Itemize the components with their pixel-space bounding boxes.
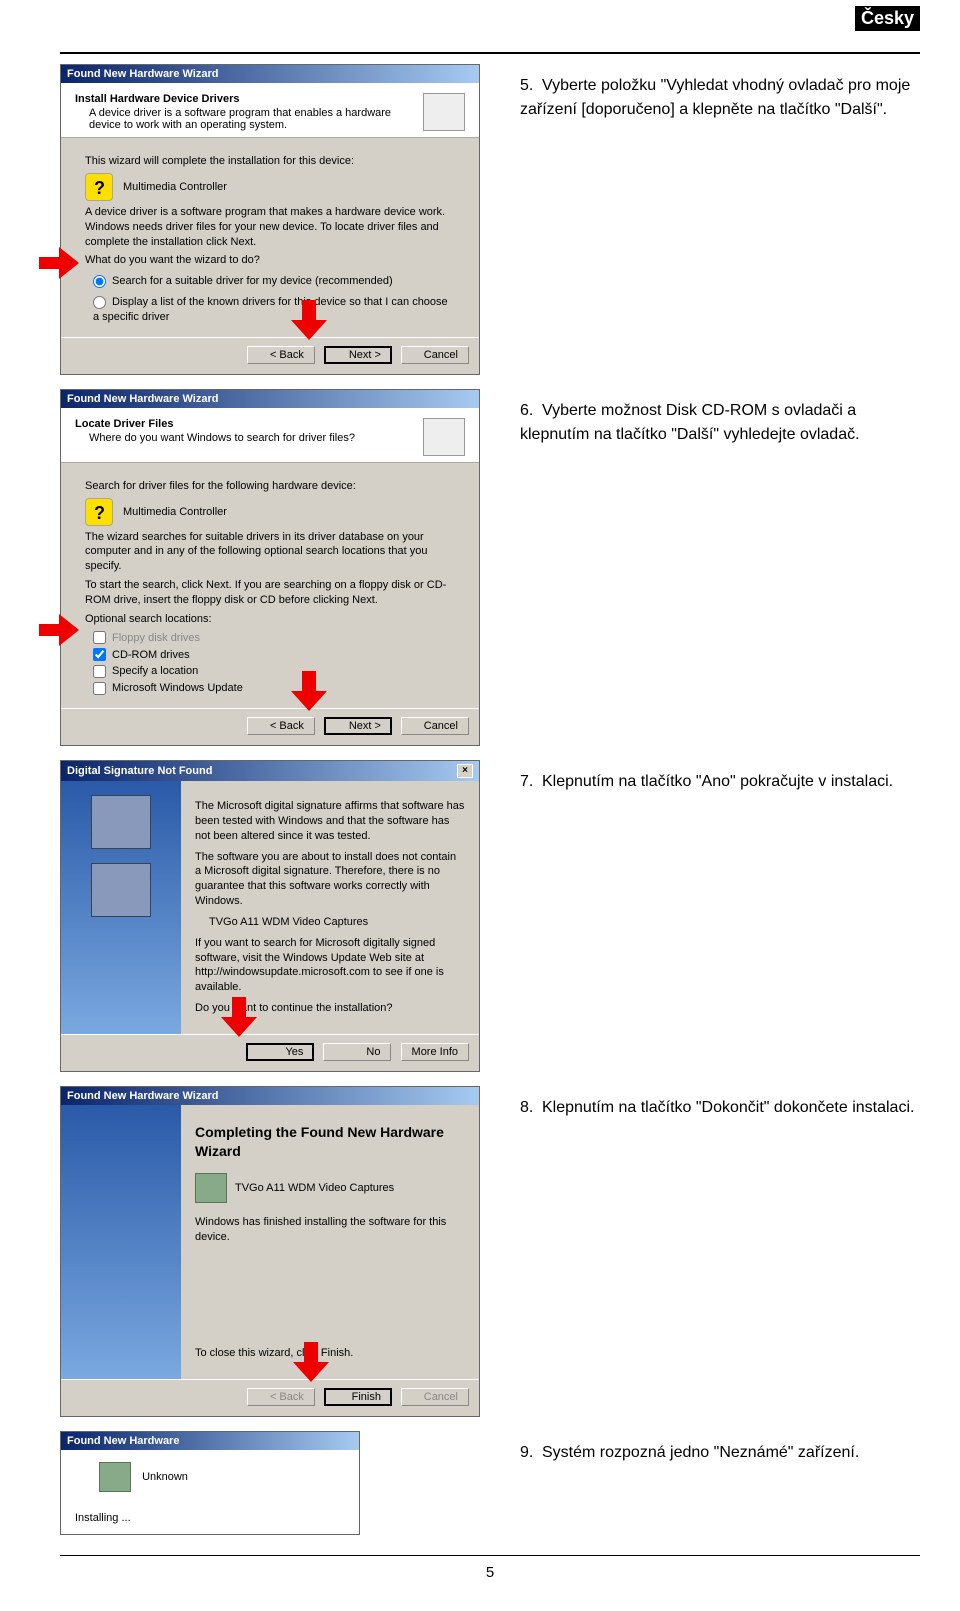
chk-floppy-label: Floppy disk drives [112, 632, 200, 644]
finish-button[interactable]: Finish [324, 1388, 392, 1406]
red-arrow-icon [39, 614, 81, 646]
check-winupdate[interactable]: Microsoft Windows Update [93, 681, 455, 696]
dlg3-p2: The software you are about to install do… [195, 850, 465, 909]
dialog-locate-driver-files: Found New Hardware Wizard Locate Driver … [60, 389, 480, 746]
back-button[interactable]: < Back [247, 717, 315, 735]
dlg2-title: Found New Hardware Wizard [67, 393, 218, 405]
dlg2-line2: The wizard searches for suitable drivers… [85, 530, 455, 575]
dlg1-heading: Install Hardware Device Drivers [75, 93, 415, 105]
yes-button[interactable]: Yes [246, 1043, 314, 1061]
dlg2-line3: To start the search, click Next. If you … [85, 578, 455, 608]
dlg4-heading: Completing the Found New Hardware Wizard [195, 1123, 465, 1161]
check-specify[interactable]: Specify a location [93, 664, 455, 679]
dialog-completing-wizard: Found New Hardware Wizard Completing the… [60, 1086, 480, 1417]
step-6-row: Found New Hardware Wizard Locate Driver … [60, 389, 920, 746]
cancel-button: Cancel [401, 1388, 469, 1406]
question-icon [85, 498, 113, 526]
next-button[interactable]: Next > [324, 346, 392, 364]
close-icon[interactable]: × [457, 764, 473, 778]
dlg2-line1: Search for driver files for the followin… [85, 479, 455, 494]
cancel-button[interactable]: Cancel [401, 717, 469, 735]
dialog-install-drivers: Found New Hardware Wizard Install Hardwa… [60, 64, 480, 375]
step-8-text: 8.Klepnutím na tlačítko "Dokončit" dokon… [520, 1086, 920, 1120]
chk-specify-label: Specify a location [112, 665, 198, 677]
radio-opt1-label: Search for a suitable driver for my devi… [112, 275, 393, 287]
dlg1-explain: A device driver is a software program th… [85, 205, 455, 250]
dlg4-line1: Windows has finished installing the soft… [195, 1215, 465, 1245]
dlg5-title: Found New Hardware [67, 1435, 179, 1447]
red-arrow-icon [293, 1342, 329, 1384]
dlg2-sub: Where do you want Windows to search for … [75, 430, 415, 444]
dlg4-device: TVGo A11 WDM Video Captures [235, 1182, 394, 1194]
dlg5-status: Installing ... [75, 1512, 345, 1524]
dlg2-device: Multimedia Controller [123, 506, 227, 518]
chk-winupdate-label: Microsoft Windows Update [112, 682, 243, 694]
back-button[interactable]: < Back [247, 346, 315, 364]
red-arrow-icon [291, 300, 327, 342]
dlg4-title: Found New Hardware Wizard [67, 1090, 218, 1102]
step-6-text: 6.Vyberte možnost Disk CD-ROM s ovladači… [520, 389, 920, 447]
step-9-text: 9.Systém rozpozná jedno "Neznámé" zaříze… [520, 1431, 920, 1465]
check-floppy[interactable]: Floppy disk drives [93, 631, 455, 646]
question-icon [85, 173, 113, 201]
step-5-text: 5.Vyberte položku "Vyhledat vhodný ovlad… [520, 64, 920, 122]
chk-cdrom-label: CD-ROM drives [112, 649, 190, 661]
more-info-button[interactable]: More Info [401, 1043, 469, 1061]
check-cdrom[interactable]: CD-ROM drives [93, 648, 455, 663]
top-rule [60, 52, 920, 54]
dlg1-prompt: What do you want the wizard to do? [85, 253, 455, 268]
red-arrow-icon [39, 247, 81, 279]
dlg1-device: Multimedia Controller [123, 181, 227, 193]
dlg5-device: Unknown [142, 1471, 188, 1483]
dlg2-optlabel: Optional search locations: [85, 612, 455, 627]
step-7-text: 7.Klepnutím na tlačítko "Ano" pokračujte… [520, 760, 920, 794]
back-button: < Back [247, 1388, 315, 1406]
device-header-icon [423, 418, 465, 456]
dlg3-p3: If you want to search for Microsoft digi… [195, 936, 465, 995]
page-number: 5 [60, 1555, 920, 1581]
dlg3-title: Digital Signature Not Found [67, 765, 212, 777]
device-header-icon [423, 93, 465, 131]
radio-opt2-label: Display a list of the known drivers for … [93, 296, 448, 323]
computer-icon [91, 863, 151, 917]
dlg1-intro: This wizard will complete the installati… [85, 154, 455, 169]
next-button[interactable]: Next > [324, 717, 392, 735]
step-7-row: Digital Signature Not Found × The Micros… [60, 760, 920, 1072]
step-9-row: Found New Hardware Unknown Installing ..… [60, 1431, 920, 1535]
step-8-row: Found New Hardware Wizard Completing the… [60, 1086, 920, 1417]
disk-icon [91, 795, 151, 849]
dlg4-line2: To close this wizard, click Finish. [195, 1346, 465, 1361]
dialog-found-new-hardware: Found New Hardware Unknown Installing ..… [60, 1431, 360, 1535]
device-icon [99, 1462, 131, 1492]
dlg3-side-panel [61, 781, 181, 1034]
dlg3-device: TVGo A11 WDM Video Captures [195, 915, 465, 930]
language-badge: Česky [855, 6, 920, 31]
red-arrow-icon [291, 671, 327, 713]
cancel-button[interactable]: Cancel [401, 346, 469, 364]
dlg1-sub: A device driver is a software program th… [75, 105, 415, 131]
red-arrow-icon [221, 997, 257, 1039]
radio-display-list[interactable]: Display a list of the known drivers for … [93, 295, 455, 325]
dlg1-title: Found New Hardware Wizard [67, 68, 218, 80]
dlg3-p1: The Microsoft digital signature affirms … [195, 799, 465, 844]
dlg2-heading: Locate Driver Files [75, 418, 415, 430]
dialog-digital-signature: Digital Signature Not Found × The Micros… [60, 760, 480, 1072]
device-icon [195, 1173, 227, 1203]
no-button[interactable]: No [323, 1043, 391, 1061]
dlg4-side-panel [61, 1105, 181, 1379]
radio-search-recommended[interactable]: Search for a suitable driver for my devi… [93, 274, 455, 289]
step-5-row: Found New Hardware Wizard Install Hardwa… [60, 64, 920, 375]
